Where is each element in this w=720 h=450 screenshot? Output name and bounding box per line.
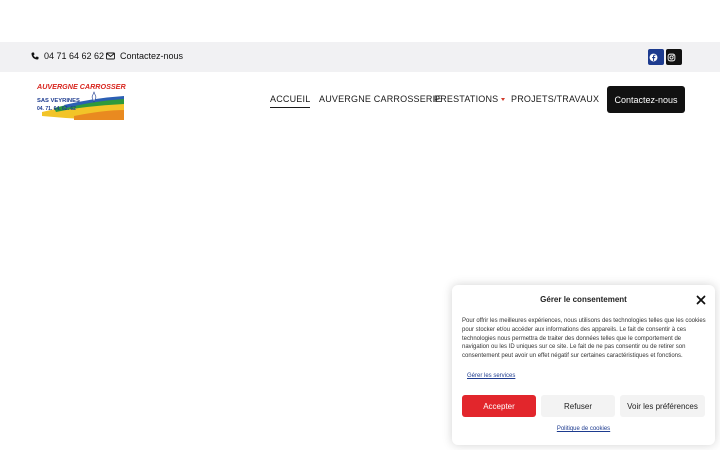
consent-text: Pour offrir les meilleures expériences, …: [462, 318, 706, 360]
consent-title: Gérer le consentement: [540, 295, 627, 304]
envelope-icon: [106, 52, 115, 60]
top-bar: 04 71 64 62 62 Contactez-nous: [0, 42, 720, 72]
contact-button[interactable]: Contactez-nous: [607, 86, 685, 113]
caret-down-icon: [501, 98, 506, 102]
nav-auvergne-carrosserie[interactable]: AUVERGNE CARROSSERIE: [319, 94, 442, 104]
nav-prestations-label: PRESTATIONS: [434, 94, 499, 104]
top-spacer: [0, 0, 720, 42]
nav-prestations[interactable]: PRESTATIONS: [434, 94, 506, 104]
phone-icon: [31, 52, 39, 60]
svg-text:SAS VEYRINES: SAS VEYRINES: [37, 98, 80, 104]
refuse-button[interactable]: Refuser: [541, 395, 615, 417]
facebook-icon[interactable]: [648, 49, 664, 65]
nav-projets-travaux[interactable]: PROJETS/TRAVAUX: [511, 94, 599, 104]
company-logo[interactable]: AUVERGNE CARROSSERIE SAS VEYRINES 04. 71…: [34, 80, 126, 122]
cookie-policy-link[interactable]: Politique de cookies: [452, 426, 715, 432]
contact-label: Contactez-nous: [120, 51, 184, 61]
view-preferences-button[interactable]: Voir les préférences: [620, 395, 705, 417]
site-header: AUVERGNE CARROSSERIE SAS VEYRINES 04. 71…: [0, 72, 720, 130]
close-icon[interactable]: [696, 295, 706, 305]
phone-link[interactable]: 04 71 64 62 62: [31, 51, 104, 61]
contact-link[interactable]: Contactez-nous: [106, 51, 183, 61]
manage-services-link[interactable]: Gérer les services: [467, 373, 515, 379]
nav-accueil[interactable]: ACCUEIL: [270, 94, 311, 108]
accept-button[interactable]: Accepter: [462, 395, 536, 417]
svg-text:04. 71. 64. 62. 62: 04. 71. 64. 62. 62: [37, 106, 76, 112]
phone-number: 04 71 64 62 62: [44, 51, 105, 61]
cookie-consent-dialog: Gérer le consentement Pour offrir les me…: [452, 285, 715, 445]
svg-text:AUVERGNE CARROSSERIE: AUVERGNE CARROSSERIE: [36, 82, 126, 91]
instagram-icon[interactable]: [666, 49, 682, 65]
